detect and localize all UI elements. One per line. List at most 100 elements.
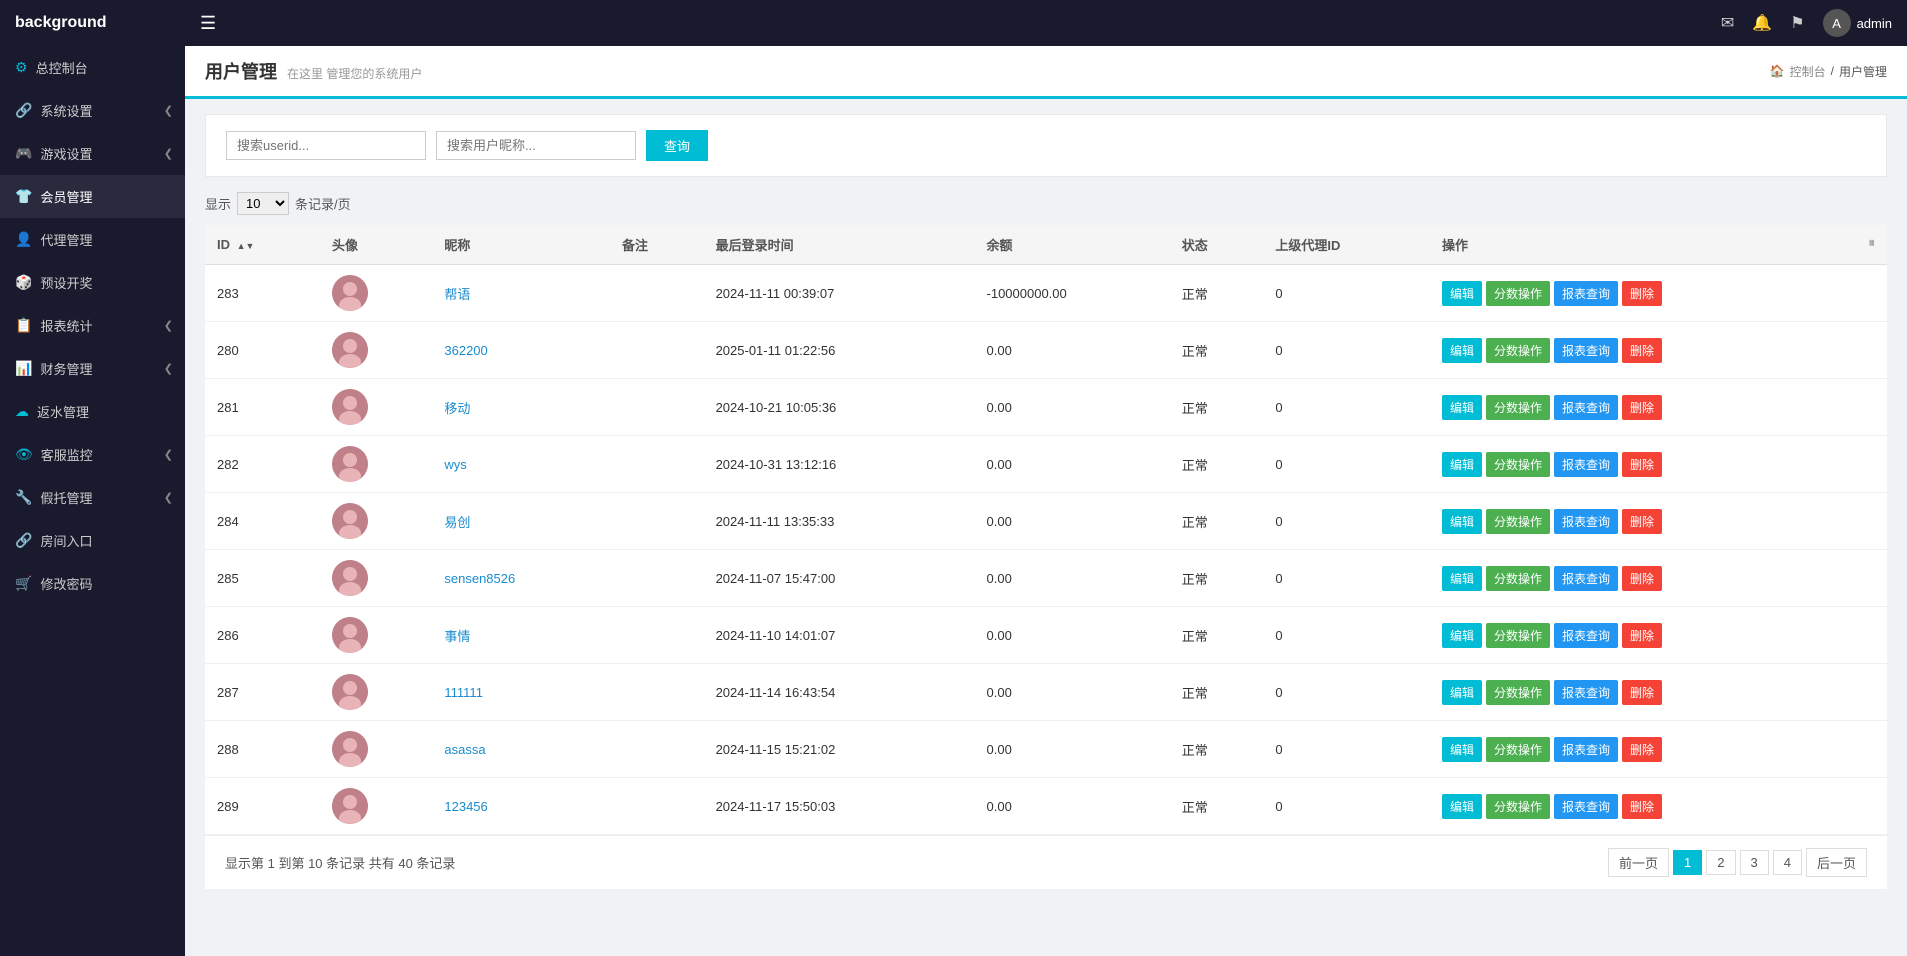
col-note: 备注 [610,225,704,265]
score-button[interactable]: 分数操作 [1486,566,1550,591]
edit-button[interactable]: 编辑 [1442,281,1482,306]
delete-button[interactable]: 删除 [1622,566,1662,591]
sort-id-icon[interactable]: ▲▼ [237,242,255,251]
edit-button[interactable]: 编辑 [1442,737,1482,762]
report-button[interactable]: 报表查询 [1554,794,1618,819]
delete-button[interactable]: 删除 [1622,281,1662,306]
report-button[interactable]: 报表查询 [1554,395,1618,420]
table-row: 283 帮语 2024-11-11 00:39:07 -10000000.00 … [205,265,1887,322]
edit-button[interactable]: 编辑 [1442,338,1482,363]
action-buttons: 编辑 分数操作 报表查询 删除 [1442,680,1875,705]
score-button[interactable]: 分数操作 [1486,794,1550,819]
avatar-img [332,332,368,368]
content-area: 用户管理 在这里 管理您的系统用户 🏠 控制台 / 用户管理 查询 显示 1 [185,46,1907,956]
search-userid-input[interactable] [226,131,426,160]
delete-button[interactable]: 删除 [1622,680,1662,705]
sidebar-item-report-stats[interactable]: 📋 报表统计 ❮ [0,304,185,347]
sidebar-item-system-settings[interactable]: 🔗 系统设置 ❮ [0,89,185,132]
page-subtitle: 在这里 管理您的系统用户 [287,65,422,82]
report-button[interactable]: 报表查询 [1554,566,1618,591]
cell-status: 正常 [1170,265,1264,322]
sidebar-item-refund-management[interactable]: ☁ 返水管理 [0,390,185,433]
report-button[interactable]: 报表查询 [1554,623,1618,648]
score-button[interactable]: 分数操作 [1486,338,1550,363]
avatar-img [332,788,368,824]
search-button[interactable]: 查询 [646,130,708,161]
col-id: ID ▲▼ [205,225,320,265]
breadcrumb-home[interactable]: 控制台 [1790,63,1826,80]
cell-nickname: 362200 [432,322,610,379]
edit-button[interactable]: 编辑 [1442,623,1482,648]
report-button[interactable]: 报表查询 [1554,509,1618,534]
col-nickname: 昵称 [432,225,610,265]
page-btn-1[interactable]: 1 [1673,850,1702,875]
cell-avatar [320,550,432,607]
sidebar-item-finance-management[interactable]: 📊 财务管理 ❮ [0,347,185,390]
score-button[interactable]: 分数操作 [1486,680,1550,705]
action-buttons: 编辑 分数操作 报表查询 删除 [1442,452,1875,477]
brand-title: background [15,14,200,32]
mail-icon[interactable]: ✉ [1721,13,1734,33]
edit-button[interactable]: 编辑 [1442,395,1482,420]
delete-button[interactable]: 删除 [1622,623,1662,648]
edit-button[interactable]: 编辑 [1442,566,1482,591]
sidebar-item-agent-management[interactable]: 👤 代理管理 [0,218,185,261]
flag-icon[interactable]: ⚑ [1790,13,1804,33]
score-button[interactable]: 分数操作 [1486,281,1550,306]
sidebar-item-lottery-preview[interactable]: 🎲 预设开奖 [0,261,185,304]
delete-button[interactable]: 删除 [1622,794,1662,819]
page-btn-4[interactable]: 4 [1773,850,1802,875]
cell-status: 正常 [1170,721,1264,778]
pagination-info: 显示第 1 到第 10 条记录 共有 40 条记录 [225,853,455,872]
sidebar-item-customer-monitor[interactable]: 👁 客服监控 ❮ [0,433,185,476]
report-button[interactable]: 报表查询 [1554,338,1618,363]
prev-page-button[interactable]: 前一页 [1608,848,1669,877]
content-header: 用户管理 在这里 管理您的系统用户 🏠 控制台 / 用户管理 [185,46,1907,99]
sidebar-item-game-settings[interactable]: 🎮 游戏设置 ❮ [0,132,185,175]
report-button[interactable]: 报表查询 [1554,680,1618,705]
report-button[interactable]: 报表查询 [1554,737,1618,762]
delete-button[interactable]: 删除 [1622,509,1662,534]
sidebar-item-fake-management[interactable]: 🔧 假托管理 ❮ [0,476,185,519]
sidebar-label-refund-management: 返水管理 [37,402,89,421]
bell-icon[interactable]: 🔔 [1752,13,1772,33]
next-page-button[interactable]: 后一页 [1806,848,1867,877]
cell-note [610,550,704,607]
edit-button[interactable]: 编辑 [1442,794,1482,819]
delete-button[interactable]: 删除 [1622,737,1662,762]
delete-button[interactable]: 删除 [1622,338,1662,363]
cell-avatar [320,379,432,436]
cell-note [610,607,704,664]
delete-button[interactable]: 删除 [1622,452,1662,477]
score-button[interactable]: 分数操作 [1486,509,1550,534]
edit-button[interactable]: 编辑 [1442,680,1482,705]
sidebar-icon-refund-management: ☁ [15,403,29,420]
delete-button[interactable]: 删除 [1622,395,1662,420]
cell-status: 正常 [1170,379,1264,436]
score-button[interactable]: 分数操作 [1486,737,1550,762]
col-actions: 操作 ⏸ [1430,225,1887,265]
cell-avatar [320,721,432,778]
score-button[interactable]: 分数操作 [1486,395,1550,420]
score-button[interactable]: 分数操作 [1486,623,1550,648]
sidebar-label-lottery-preview: 预设开奖 [40,273,92,292]
sidebar-item-room-entrance[interactable]: 🔗 房间入口 [0,519,185,562]
edit-button[interactable]: 编辑 [1442,509,1482,534]
page-btn-2[interactable]: 2 [1706,850,1735,875]
sidebar-item-member-management[interactable]: 👕 会员管理 [0,175,185,218]
sidebar-item-change-password[interactable]: 🛒 修改密码 [0,562,185,605]
sidebar-label-room-entrance: 房间入口 [40,531,92,550]
report-button[interactable]: 报表查询 [1554,452,1618,477]
user-menu[interactable]: A admin [1823,9,1892,37]
sidebar-item-dashboard[interactable]: ⚙ 总控制台 [0,46,185,89]
report-button[interactable]: 报表查询 [1554,281,1618,306]
per-page-select[interactable]: 10 25 50 100 [237,192,289,215]
score-button[interactable]: 分数操作 [1486,452,1550,477]
page-btn-3[interactable]: 3 [1740,850,1769,875]
hamburger-icon[interactable]: ☰ [200,13,216,34]
inner-content: 查询 显示 10 25 50 100 条记录/页 ID [185,99,1907,904]
title-group: 用户管理 在这里 管理您的系统用户 [205,58,422,84]
search-nickname-input[interactable] [436,131,636,160]
edit-button[interactable]: 编辑 [1442,452,1482,477]
col-actions-icon: ⏸ [1869,235,1876,251]
